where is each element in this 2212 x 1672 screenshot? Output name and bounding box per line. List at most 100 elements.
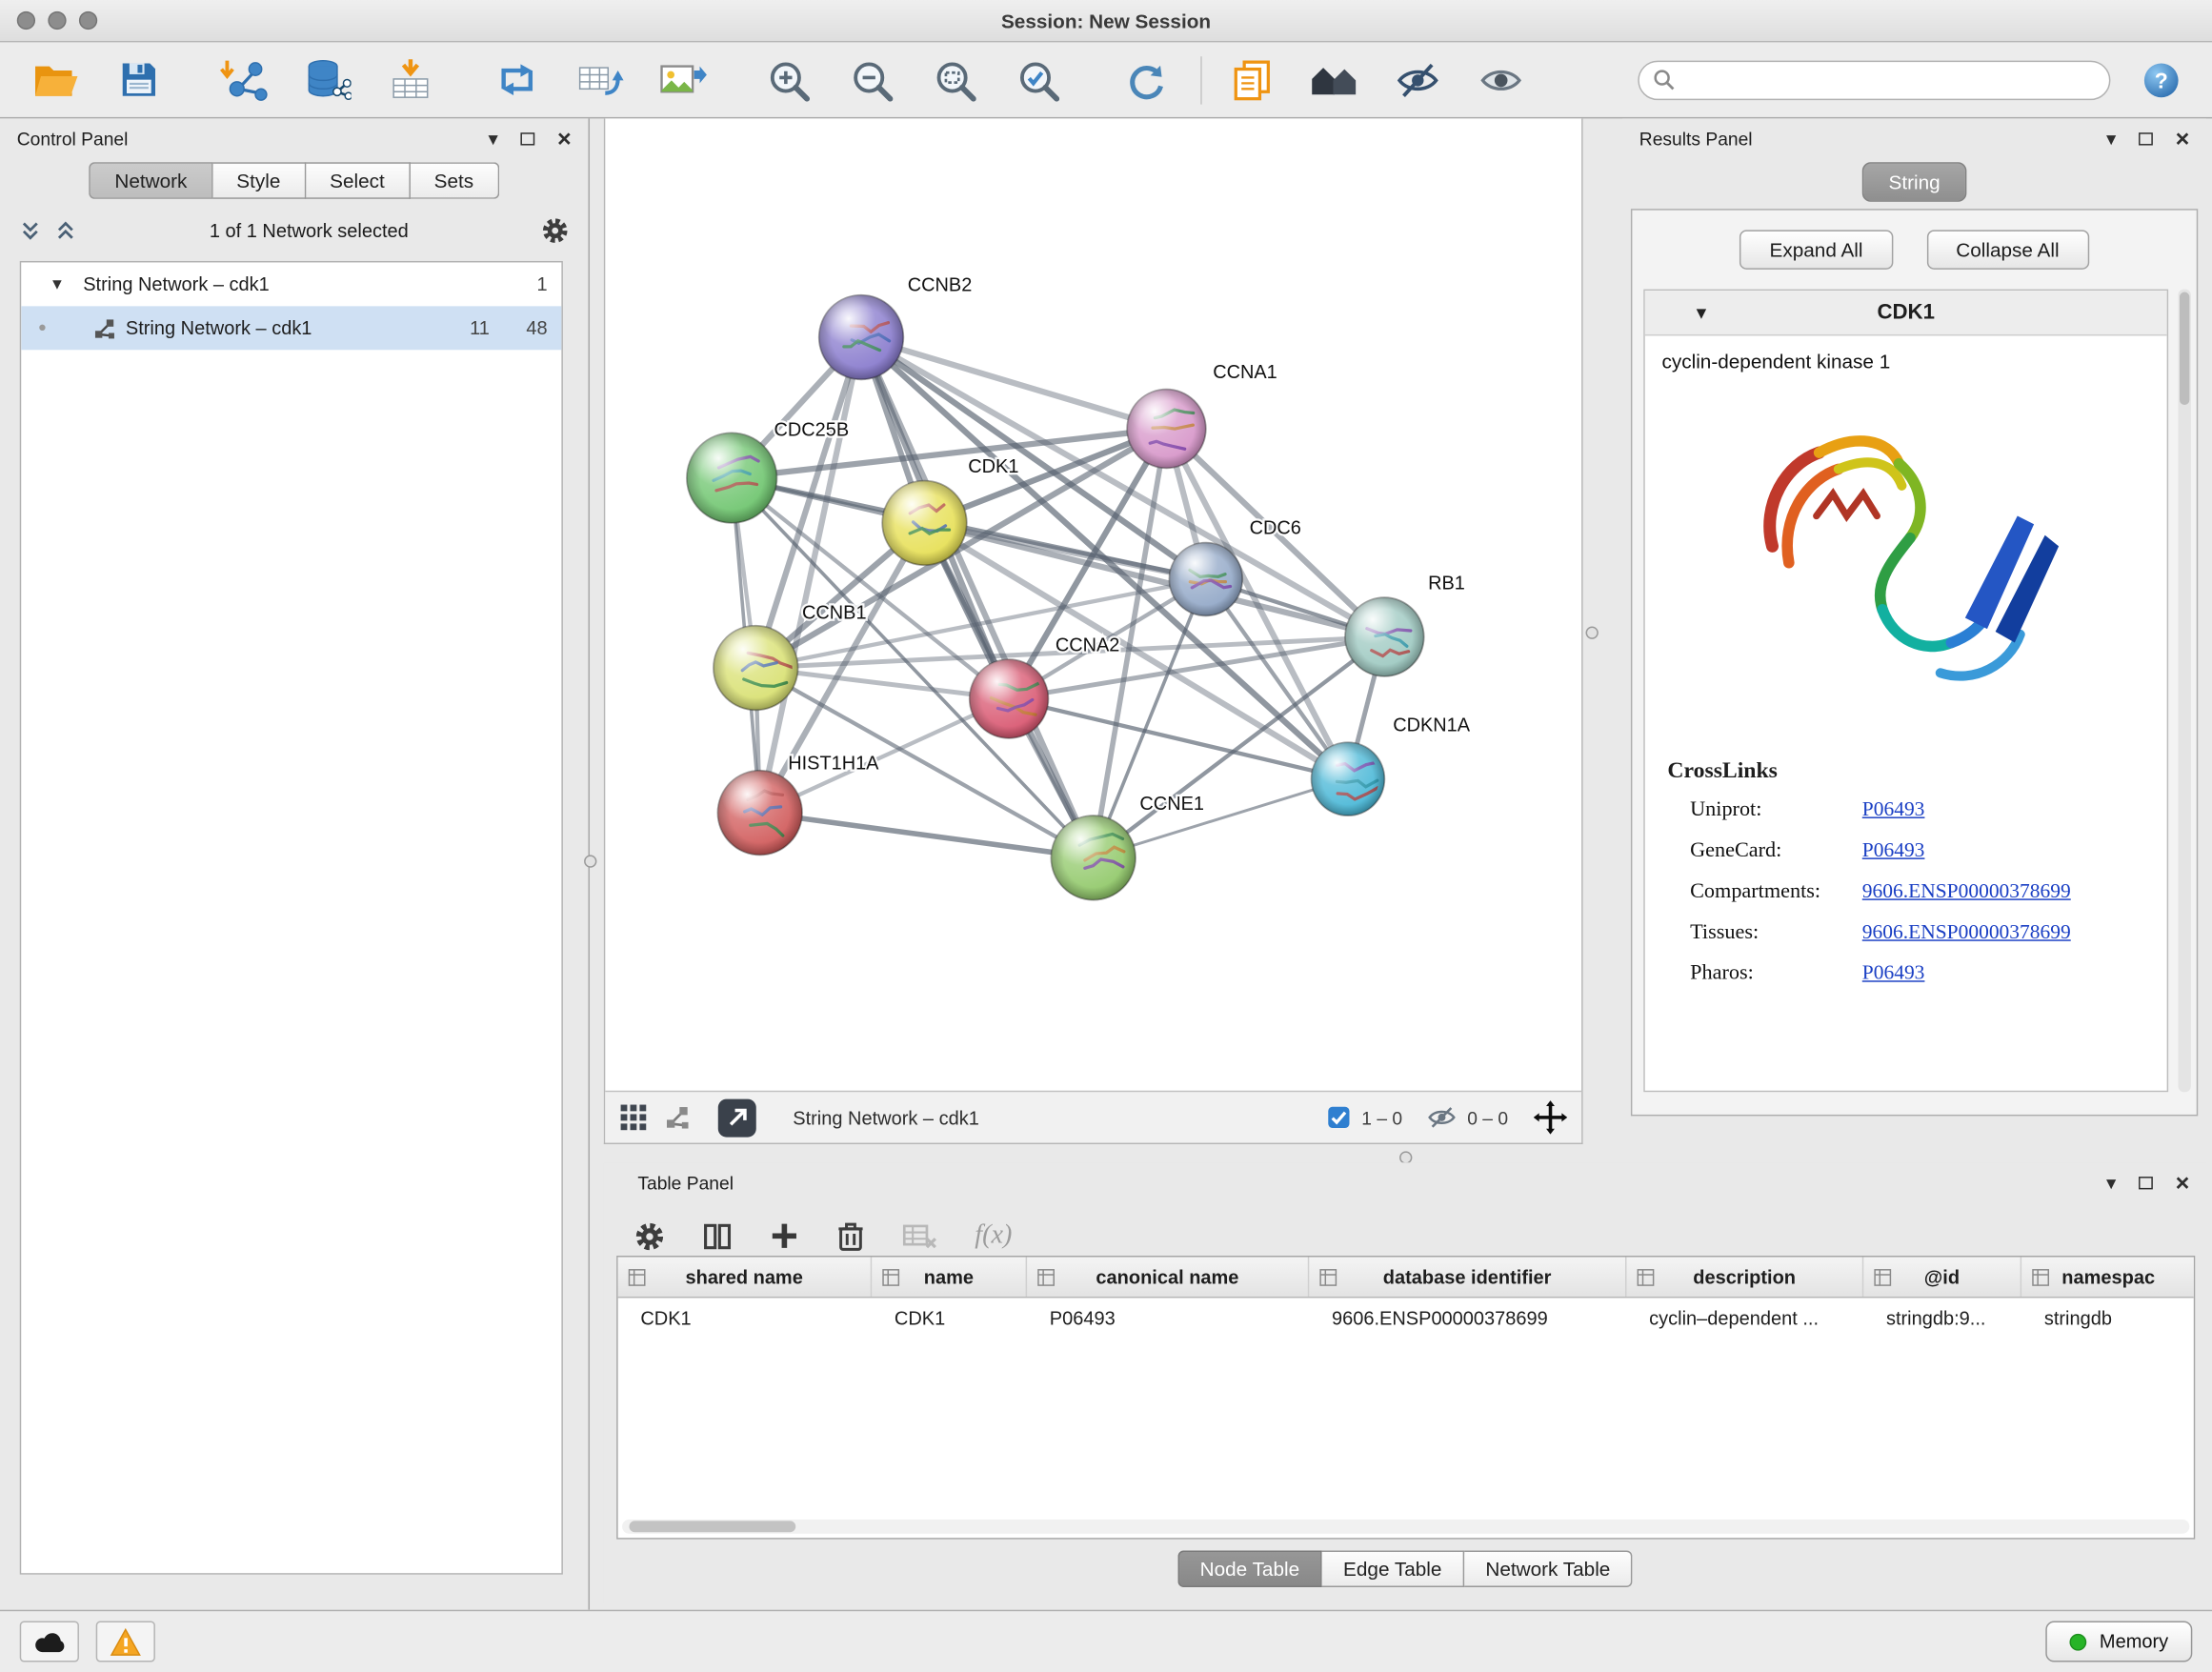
network-canvas[interactable]: CCNB2CCNA1CDC25BCDK1CDC6RB1CCNB1CCNA2CDK… bbox=[605, 118, 1581, 1090]
open-session-button[interactable] bbox=[23, 48, 88, 112]
gene-header[interactable]: ▼ CDK1 bbox=[1645, 291, 2167, 335]
column-header[interactable]: database identifier bbox=[1309, 1257, 1626, 1296]
tab-string[interactable]: String bbox=[1861, 162, 1966, 201]
grid-view-button[interactable] bbox=[619, 1103, 648, 1132]
close-window-button[interactable] bbox=[17, 11, 35, 30]
delete-column-button[interactable] bbox=[836, 1220, 865, 1252]
results-scrollbar[interactable] bbox=[2179, 290, 2191, 1093]
tab-network[interactable]: Network bbox=[90, 162, 212, 199]
table-cell[interactable]: 9606.ENSP00000378699 bbox=[1309, 1307, 1626, 1328]
network-edge[interactable] bbox=[760, 813, 1094, 857]
table-hscrollbar[interactable] bbox=[622, 1520, 2189, 1534]
import-table-button[interactable] bbox=[378, 48, 443, 112]
expand-all-button[interactable]: Expand All bbox=[1739, 230, 1892, 269]
table-cell[interactable]: cyclin–dependent ... bbox=[1626, 1307, 1863, 1328]
home-button[interactable] bbox=[1302, 48, 1367, 112]
network-node-cdkn1a[interactable] bbox=[1312, 742, 1385, 816]
crosslink-link[interactable]: P06493 bbox=[1862, 839, 1925, 863]
crosslink-link[interactable]: P06493 bbox=[1862, 798, 1925, 822]
float-panel-button[interactable] bbox=[521, 131, 535, 144]
network-node-ccna2[interactable] bbox=[970, 659, 1049, 738]
tab-sets[interactable]: Sets bbox=[410, 162, 498, 199]
minimize-window-button[interactable] bbox=[48, 11, 66, 30]
detach-view-button[interactable] bbox=[718, 1098, 756, 1137]
network-options-button[interactable] bbox=[542, 216, 569, 243]
network-node-cdc6[interactable] bbox=[1169, 543, 1242, 616]
close-results-button[interactable]: × bbox=[2176, 127, 2190, 151]
network-node-ccne1[interactable] bbox=[1051, 816, 1136, 900]
float-results-button[interactable] bbox=[2139, 131, 2153, 144]
network-node-ccnb1[interactable] bbox=[714, 626, 798, 711]
add-column-button[interactable] bbox=[771, 1221, 799, 1250]
column-header[interactable]: name bbox=[872, 1257, 1027, 1296]
float-table-button[interactable] bbox=[2139, 1176, 2153, 1188]
network-row[interactable]: ● String Network – cdk1 11 48 bbox=[21, 306, 561, 350]
network-node-cdk1[interactable] bbox=[882, 481, 967, 566]
show-columns-button[interactable] bbox=[702, 1221, 732, 1251]
copy-document-button[interactable] bbox=[1218, 48, 1283, 112]
export-image-button[interactable] bbox=[651, 48, 715, 112]
network-edge[interactable] bbox=[861, 337, 1166, 429]
tab-edge-table[interactable]: Edge Table bbox=[1322, 1551, 1464, 1588]
cloud-status-button[interactable] bbox=[20, 1622, 79, 1662]
function-builder-button[interactable]: f(x) bbox=[975, 1220, 1012, 1252]
tab-style[interactable]: Style bbox=[212, 162, 306, 199]
column-header[interactable]: shared name bbox=[618, 1257, 873, 1296]
table-options-button[interactable] bbox=[634, 1221, 664, 1251]
right-splitter-handle[interactable] bbox=[1586, 627, 1599, 639]
memory-button[interactable]: Memory bbox=[2046, 1622, 2193, 1662]
table-cell[interactable]: P06493 bbox=[1027, 1307, 1309, 1328]
network-node-rb1[interactable] bbox=[1345, 597, 1424, 676]
apply-layout-button[interactable] bbox=[1112, 48, 1176, 112]
left-splitter-handle[interactable] bbox=[584, 855, 596, 867]
network-edge[interactable] bbox=[760, 337, 861, 813]
import-network-file-button[interactable] bbox=[211, 48, 276, 112]
crosslink-link[interactable]: 9606.ENSP00000378699 bbox=[1862, 921, 2071, 945]
zoom-in-button[interactable] bbox=[756, 48, 821, 112]
expand-all-tree-button[interactable] bbox=[55, 219, 76, 240]
column-header[interactable]: @id bbox=[1863, 1257, 2021, 1296]
zoom-out-button[interactable] bbox=[839, 48, 904, 112]
new-network-button[interactable] bbox=[484, 48, 549, 112]
network-graph[interactable]: CCNB2CCNA1CDC25BCDK1CDC6RB1CCNB1CCNA2CDK… bbox=[605, 118, 1581, 1090]
collapse-all-results-button[interactable]: Collapse All bbox=[1926, 230, 2089, 269]
zoom-window-button[interactable] bbox=[79, 11, 97, 30]
table-cell[interactable]: CDK1 bbox=[618, 1307, 873, 1328]
hide-glasses-button[interactable] bbox=[1385, 48, 1450, 112]
network-collection-row[interactable]: ▼ String Network – cdk1 1 bbox=[21, 262, 561, 306]
table-cell[interactable]: CDK1 bbox=[872, 1307, 1027, 1328]
network-from-table-button[interactable] bbox=[567, 48, 632, 112]
network-view-mode-button[interactable] bbox=[665, 1105, 691, 1131]
crosslink-link[interactable]: P06493 bbox=[1862, 962, 1925, 986]
show-eye-button[interactable] bbox=[1469, 48, 1534, 112]
network-node-hist1h1a[interactable] bbox=[717, 771, 802, 856]
birdseye-button[interactable] bbox=[1534, 1100, 1568, 1135]
network-node-ccna1[interactable] bbox=[1127, 390, 1206, 469]
table-row[interactable]: CDK1CDK1P064939606.ENSP00000378699cyclin… bbox=[618, 1298, 2194, 1337]
zoom-selected-button[interactable] bbox=[1006, 48, 1071, 112]
tab-node-table[interactable]: Node Table bbox=[1177, 1551, 1322, 1588]
crosslink-link[interactable]: 9606.ENSP00000378699 bbox=[1862, 880, 2071, 904]
search-input[interactable] bbox=[1684, 68, 2095, 91]
import-network-database-button[interactable] bbox=[295, 48, 360, 112]
help-button[interactable]: ? bbox=[2133, 51, 2189, 108]
tab-network-table[interactable]: Network Table bbox=[1464, 1551, 1633, 1588]
collapse-results-button[interactable]: ▾ bbox=[2106, 129, 2116, 149]
column-header[interactable]: canonical name bbox=[1027, 1257, 1309, 1296]
table-cell[interactable]: stringdb:9... bbox=[1863, 1307, 2021, 1328]
collapse-panel-button[interactable]: ▾ bbox=[488, 129, 497, 149]
tab-select[interactable]: Select bbox=[306, 162, 410, 199]
collapse-table-button[interactable]: ▾ bbox=[2106, 1173, 2116, 1193]
save-session-button[interactable] bbox=[106, 48, 171, 112]
close-table-button[interactable]: × bbox=[2176, 1170, 2190, 1194]
collapse-all-button[interactable] bbox=[20, 219, 41, 240]
close-panel-button[interactable]: × bbox=[557, 127, 572, 151]
network-node-cdc25b[interactable] bbox=[687, 433, 777, 523]
hscroll-thumb[interactable] bbox=[629, 1521, 795, 1532]
column-header[interactable]: description bbox=[1626, 1257, 1863, 1296]
zoom-fit-button[interactable] bbox=[923, 48, 988, 112]
column-header[interactable]: namespac bbox=[2021, 1257, 2195, 1296]
warnings-button[interactable] bbox=[96, 1622, 155, 1662]
network-node-ccnb2[interactable] bbox=[819, 295, 904, 380]
table-cell[interactable]: stringdb bbox=[2021, 1307, 2195, 1328]
